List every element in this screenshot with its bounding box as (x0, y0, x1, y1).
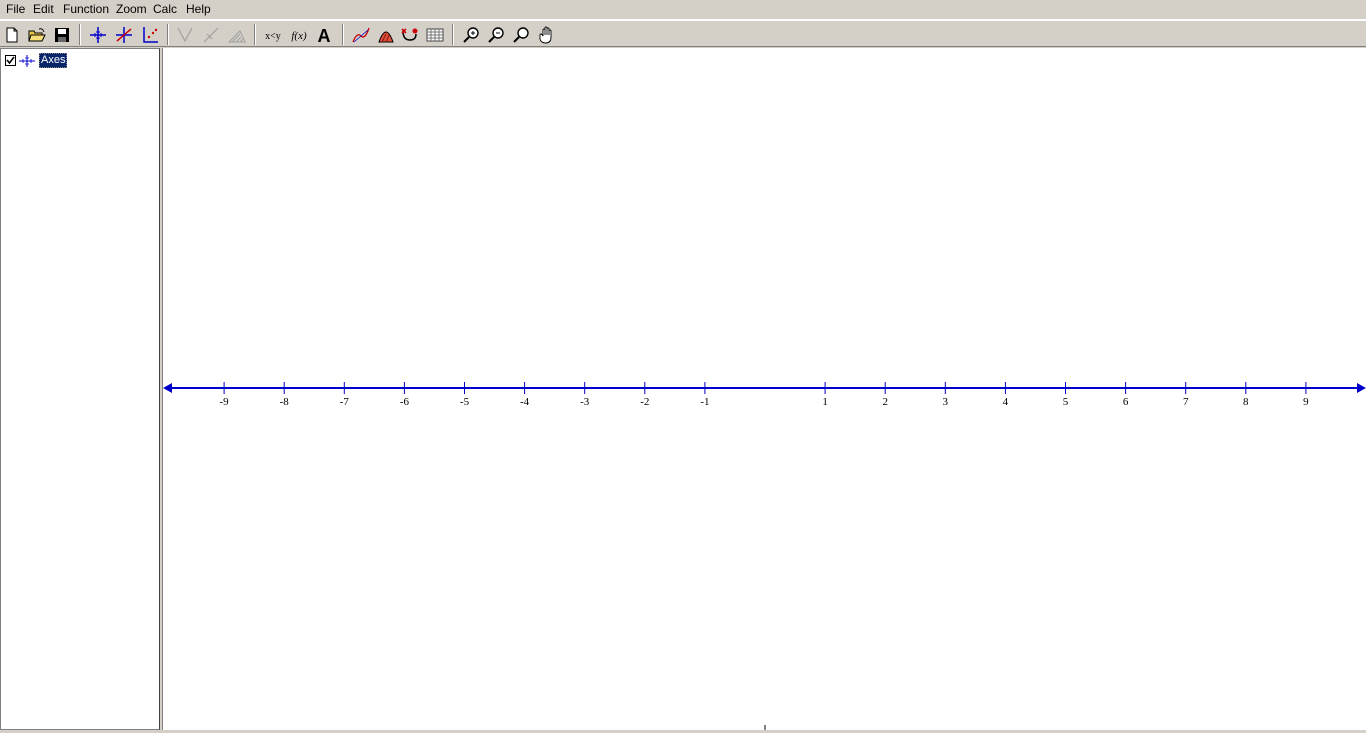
tick-label: 9 (1303, 396, 1309, 408)
pan-hand-icon (539, 26, 552, 44)
new-file-button[interactable] (1, 24, 23, 46)
evaluate-icon (401, 28, 418, 41)
table-button[interactable] (424, 24, 446, 46)
point-series-icon (143, 27, 158, 43)
axis-arrow-left (163, 383, 172, 393)
insert-function-button[interactable] (113, 24, 135, 46)
svg-text:A: A (318, 26, 331, 44)
tick-label: -6 (400, 396, 410, 408)
axes-tree-icon (19, 54, 35, 67)
zoom-out-icon (488, 27, 504, 43)
normal-icon (203, 27, 219, 43)
tick-label: 1 (822, 396, 828, 408)
custom-function-icon: f(x) (291, 30, 307, 42)
toolbar: x<y f(x) A (0, 20, 1366, 47)
tick-label: 4 (1003, 396, 1009, 408)
normal-button (200, 24, 222, 46)
zoom-out-button[interactable] (485, 24, 507, 46)
toolbar-separator (79, 24, 81, 45)
text-label-button[interactable]: A (313, 24, 335, 46)
object-tree: Axes (0, 48, 160, 730)
axes-icon (90, 27, 106, 43)
zoom-in-icon (463, 27, 479, 43)
shade-area-button[interactable] (375, 24, 397, 46)
tick-label: -7 (340, 396, 350, 408)
menu-edit[interactable]: Edit (33, 2, 54, 17)
tick-label: -4 (520, 396, 530, 408)
menu-calc[interactable]: Calc (153, 2, 177, 17)
tree-item-axes[interactable]: Axes (5, 52, 68, 68)
tick-label: 6 (1123, 396, 1129, 408)
shading-button (226, 24, 248, 46)
menu-function[interactable]: Function (63, 2, 109, 17)
menu-zoom[interactable]: Zoom (116, 2, 147, 17)
evaluate-button[interactable] (399, 24, 421, 46)
toolbar-separator (167, 24, 169, 45)
zoom-in-button[interactable] (460, 24, 482, 46)
tick-label: -2 (640, 396, 649, 408)
relation-button[interactable]: x<y (262, 24, 284, 46)
svg-text:f(x): f(x) (291, 30, 307, 42)
tick-label: -8 (280, 396, 290, 408)
trendline-button[interactable] (350, 24, 372, 46)
tangent-icon (177, 27, 193, 43)
tangent-button (174, 24, 196, 46)
number-line: -9 -8 -7 -6 -5 -4 -3 -2 -1 1 2 3 4 5 6 7 8 9 (163, 382, 1366, 730)
tick-label: 7 (1183, 396, 1189, 408)
menu-bar: File Edit Function Zoom Calc Help (0, 0, 1366, 20)
shading-icon (228, 30, 246, 43)
zoom-standard-button[interactable] (510, 24, 532, 46)
text-label-icon: A (318, 26, 331, 44)
new-file-icon (6, 27, 18, 43)
open-button[interactable] (26, 24, 48, 46)
toolbar-separator (452, 24, 454, 45)
open-folder-icon (28, 28, 46, 42)
tick-label: -1 (700, 396, 709, 408)
graph-canvas[interactable]: -9 -8 -7 -6 -5 -4 -3 -2 -1 1 2 3 4 5 6 7 8 9 (163, 48, 1366, 730)
tick-label: 2 (882, 396, 888, 408)
menu-help[interactable]: Help (186, 2, 211, 17)
zoom-standard-icon (513, 27, 529, 43)
pan-button[interactable] (536, 24, 558, 46)
shade-area-icon (378, 31, 394, 43)
toolbar-separator (342, 24, 344, 45)
axis-arrow-right (1357, 383, 1366, 393)
tick-label: -3 (580, 396, 590, 408)
tick-label: 8 (1243, 396, 1249, 408)
point-series-button[interactable] (139, 24, 161, 46)
tree-item-label: Axes (39, 52, 68, 68)
tick-label: 5 (1063, 396, 1069, 408)
tick-label: -5 (460, 396, 470, 408)
axes-checkbox[interactable] (5, 54, 16, 66)
custom-function-button[interactable]: f(x) (288, 24, 310, 46)
checkmark-icon (6, 56, 15, 64)
save-button[interactable] (51, 24, 73, 46)
relation-icon: x<y (265, 31, 281, 42)
tick-label: -9 (220, 396, 230, 408)
save-disk-icon (55, 28, 69, 42)
tick-label: 3 (943, 396, 949, 408)
insert-function-icon (116, 27, 132, 43)
trendline-icon (352, 27, 370, 43)
menu-file[interactable]: File (6, 2, 25, 17)
toolbar-separator (254, 24, 256, 45)
axes-button[interactable] (87, 24, 109, 46)
table-icon (426, 28, 444, 42)
svg-text:x<y: x<y (265, 31, 281, 42)
